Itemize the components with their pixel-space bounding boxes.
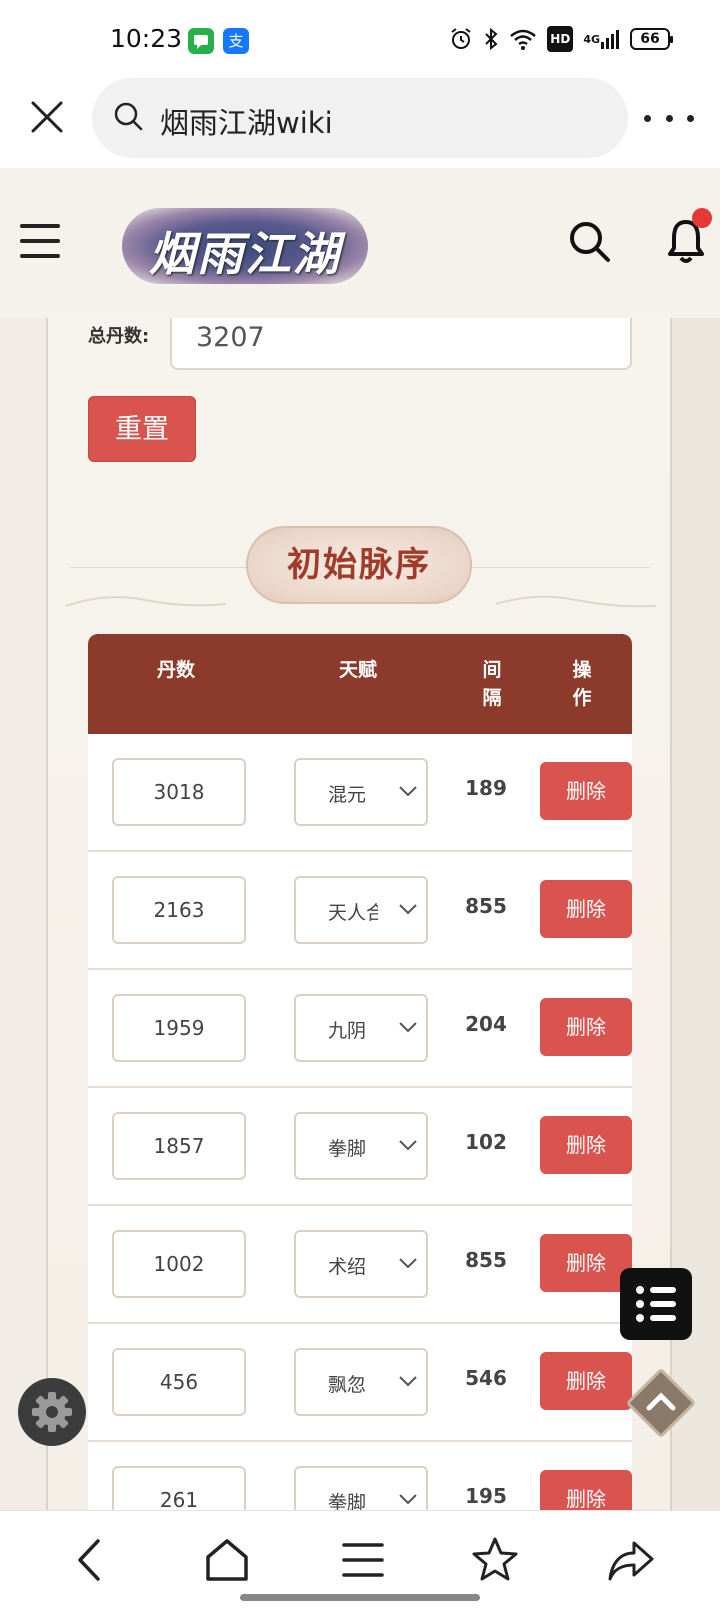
chevron-down-icon bbox=[399, 1022, 417, 1033]
delete-button[interactable]: 删除 bbox=[540, 1116, 632, 1174]
battery-icon: 66 bbox=[630, 28, 673, 50]
table-row: 2163 天人合一 855 删除 bbox=[88, 852, 632, 970]
search-icon[interactable] bbox=[568, 220, 612, 264]
header-dan: 丹数 bbox=[156, 659, 195, 681]
signal-icon: 4G bbox=[583, 26, 620, 52]
tabs-menu-icon[interactable] bbox=[338, 1535, 388, 1585]
delete-button[interactable]: 删除 bbox=[540, 880, 632, 938]
url-bar[interactable]: 烟雨江湖wiki bbox=[92, 78, 628, 158]
header-gap: 间隔 bbox=[482, 659, 502, 709]
chevron-up-icon bbox=[646, 1392, 676, 1411]
back-icon[interactable] bbox=[66, 1535, 116, 1585]
status-time: 10:23 bbox=[110, 24, 183, 53]
gap-value: 189 bbox=[465, 776, 507, 800]
chevron-down-icon bbox=[399, 1376, 417, 1387]
hd-badge: HD bbox=[547, 26, 574, 52]
share-icon[interactable] bbox=[606, 1535, 656, 1585]
home-icon[interactable] bbox=[202, 1535, 252, 1585]
table-row: 3018 混元 189 删除 bbox=[88, 734, 632, 852]
url-text: 烟雨江湖wiki bbox=[160, 106, 333, 140]
messages-icon bbox=[188, 28, 214, 54]
wifi-icon bbox=[509, 26, 537, 52]
gap-value: 546 bbox=[465, 1366, 507, 1390]
talent-select[interactable]: 术绍 bbox=[294, 1230, 428, 1298]
gap-value: 102 bbox=[465, 1130, 507, 1154]
header-talent: 天赋 bbox=[338, 659, 377, 681]
home-indicator bbox=[240, 1594, 480, 1601]
gap-value: 195 bbox=[465, 1484, 507, 1508]
menu-icon[interactable] bbox=[20, 224, 60, 258]
table-row: 456 飘忽 546 删除 bbox=[88, 1324, 632, 1442]
talent-select[interactable]: 九阴 bbox=[294, 994, 428, 1062]
chevron-down-icon bbox=[399, 1258, 417, 1269]
gear-icon[interactable] bbox=[18, 1378, 86, 1446]
talent-select-value: 天人合一 bbox=[328, 902, 378, 924]
bluetooth-icon bbox=[483, 26, 499, 52]
total-dan-input[interactable]: 3207 bbox=[170, 310, 632, 370]
dan-input[interactable]: 1959 bbox=[112, 994, 246, 1062]
delete-button[interactable]: 删除 bbox=[540, 762, 632, 820]
site-header: 烟雨江湖 bbox=[0, 168, 720, 318]
search-icon bbox=[112, 100, 146, 134]
talent-select-value: 飘忽 bbox=[328, 1374, 367, 1396]
talent-select-value: 术绍 bbox=[328, 1256, 367, 1278]
talent-select[interactable]: 飘忽 bbox=[294, 1348, 428, 1416]
talent-select-value: 拳脚 bbox=[328, 1138, 367, 1160]
delete-button[interactable]: 删除 bbox=[540, 1352, 632, 1410]
talent-select[interactable]: 混元 bbox=[294, 758, 428, 826]
close-icon[interactable] bbox=[28, 98, 66, 136]
table-row: 1857 拳脚 102 删除 bbox=[88, 1088, 632, 1206]
dan-input[interactable]: 3018 bbox=[112, 758, 246, 826]
notification-dot bbox=[692, 208, 712, 228]
gap-value: 204 bbox=[465, 1012, 507, 1036]
gap-value: 855 bbox=[465, 894, 507, 918]
reset-button[interactable]: 重置 bbox=[88, 396, 196, 462]
talent-select[interactable]: 拳脚 bbox=[294, 1112, 428, 1180]
site-logo-text: 烟雨江湖 bbox=[149, 227, 341, 281]
chevron-down-icon bbox=[399, 904, 417, 915]
more-options-icon[interactable] bbox=[644, 106, 694, 130]
table-header: 丹数 天赋 间隔 操作 bbox=[88, 634, 632, 734]
bookmark-star-icon[interactable] bbox=[470, 1535, 520, 1585]
table-row: 1959 九阴 204 删除 bbox=[88, 970, 632, 1088]
gap-value: 855 bbox=[465, 1248, 507, 1272]
total-dan-label: 总丹数: bbox=[88, 326, 150, 347]
chevron-down-icon bbox=[399, 786, 417, 797]
dan-input[interactable]: 2163 bbox=[112, 876, 246, 944]
talent-select-value: 九阴 bbox=[328, 1020, 367, 1042]
meridian-table: 丹数 天赋 间隔 操作 3018 混元 189 删除 2163 天人合一 855… bbox=[88, 634, 632, 1560]
toc-list-icon[interactable] bbox=[620, 1268, 692, 1340]
network-label: 4G bbox=[583, 32, 600, 46]
status-bar: 10:23 支 HD 4G 66 bbox=[0, 0, 720, 78]
talent-select[interactable]: 天人合一 bbox=[294, 876, 428, 944]
dan-input[interactable]: 1857 bbox=[112, 1112, 246, 1180]
dan-input[interactable]: 456 bbox=[112, 1348, 246, 1416]
delete-button[interactable]: 删除 bbox=[540, 998, 632, 1056]
table-row: 1002 术绍 855 删除 bbox=[88, 1206, 632, 1324]
dan-input[interactable]: 1002 bbox=[112, 1230, 246, 1298]
header-op: 操作 bbox=[572, 659, 592, 709]
alipay-icon: 支 bbox=[223, 28, 249, 54]
section-title: 初始脉序 bbox=[246, 526, 472, 604]
site-logo[interactable]: 烟雨江湖 bbox=[122, 208, 368, 284]
delete-button[interactable]: 删除 bbox=[540, 1234, 632, 1292]
alarm-icon bbox=[449, 26, 473, 52]
chevron-down-icon bbox=[399, 1140, 417, 1151]
chevron-down-icon bbox=[399, 1494, 417, 1505]
browser-toolbar: 烟雨江湖wiki bbox=[0, 78, 720, 168]
talent-select-value: 混元 bbox=[328, 784, 367, 806]
